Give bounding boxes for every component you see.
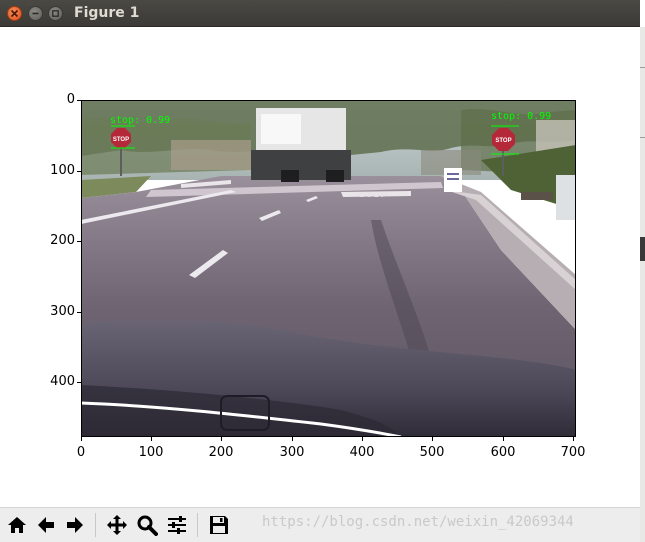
save-button[interactable] [206,512,232,538]
x-tick-label: 500 [419,445,445,460]
y-tick-label: 100 [50,163,75,178]
configure-subplots-button[interactable] [164,512,190,538]
back-arrow-icon [38,517,54,533]
dashcam-image: STOP STOP STOP stop: 0.99 stop: 0.99 [81,100,576,437]
x-tick-label: 400 [349,445,375,460]
x-tick-label: 200 [208,445,234,460]
zoom-icon [137,515,158,536]
configure-subplots-icon [168,516,186,534]
y-tick-mark [77,241,81,242]
toolbar-separator [197,513,198,537]
y-tick-mark [77,100,81,101]
forward-button[interactable] [62,512,88,538]
window-title: Figure 1 [74,5,140,21]
back-button[interactable] [33,512,59,538]
detection-label-left: stop: 0.99 [110,115,171,126]
toolbar-separator [95,513,96,537]
maximize-icon [52,10,59,17]
y-tick-label: 200 [50,233,75,248]
watermark-text: https://blog.csdn.net/weixin_42069344 [262,514,574,530]
x-tick-mark [151,437,152,441]
y-tick-label: 0 [66,92,75,107]
x-tick-mark [292,437,293,441]
x-tick-mark [81,437,82,441]
y-tick-label: 300 [50,304,75,319]
road-scene-image: STOP STOP STOP [81,100,576,437]
minimize-icon [32,12,39,15]
forward-arrow-icon [67,517,83,533]
close-icon [10,9,19,18]
x-tick-label: 0 [76,445,86,460]
x-tick-label: 100 [138,445,164,460]
pan-button[interactable] [104,512,130,538]
x-tick-label: 700 [560,445,586,460]
x-tick-mark [503,437,504,441]
window-close-button[interactable] [7,6,22,21]
left-stop-sign-text: STOP [113,137,129,143]
x-tick-label: 300 [279,445,305,460]
y-tick-mark [77,171,81,172]
x-tick-mark [573,437,574,441]
detection-label-right: stop: 0.99 [491,111,552,122]
home-button[interactable] [4,512,30,538]
background-window-edge [640,27,645,542]
road-stop-text: STOP [358,191,388,198]
y-tick-mark [77,312,81,313]
x-tick-mark [432,437,433,441]
save-icon [210,516,228,534]
x-tick-mark [362,437,363,441]
y-tick-label: 400 [50,374,75,389]
window-titlebar[interactable]: Figure 1 [0,0,640,27]
pan-icon [107,515,127,535]
navigation-toolbar: https://blog.csdn.net/weixin_42069344 [0,507,640,542]
x-tick-mark [221,437,222,441]
y-tick-mark [77,382,81,383]
window-maximize-button[interactable] [48,6,63,21]
home-icon [8,517,26,533]
right-stop-sign-text: STOP [495,138,511,144]
zoom-button[interactable] [134,512,160,538]
x-tick-label: 600 [490,445,516,460]
window-minimize-button[interactable] [28,6,43,21]
